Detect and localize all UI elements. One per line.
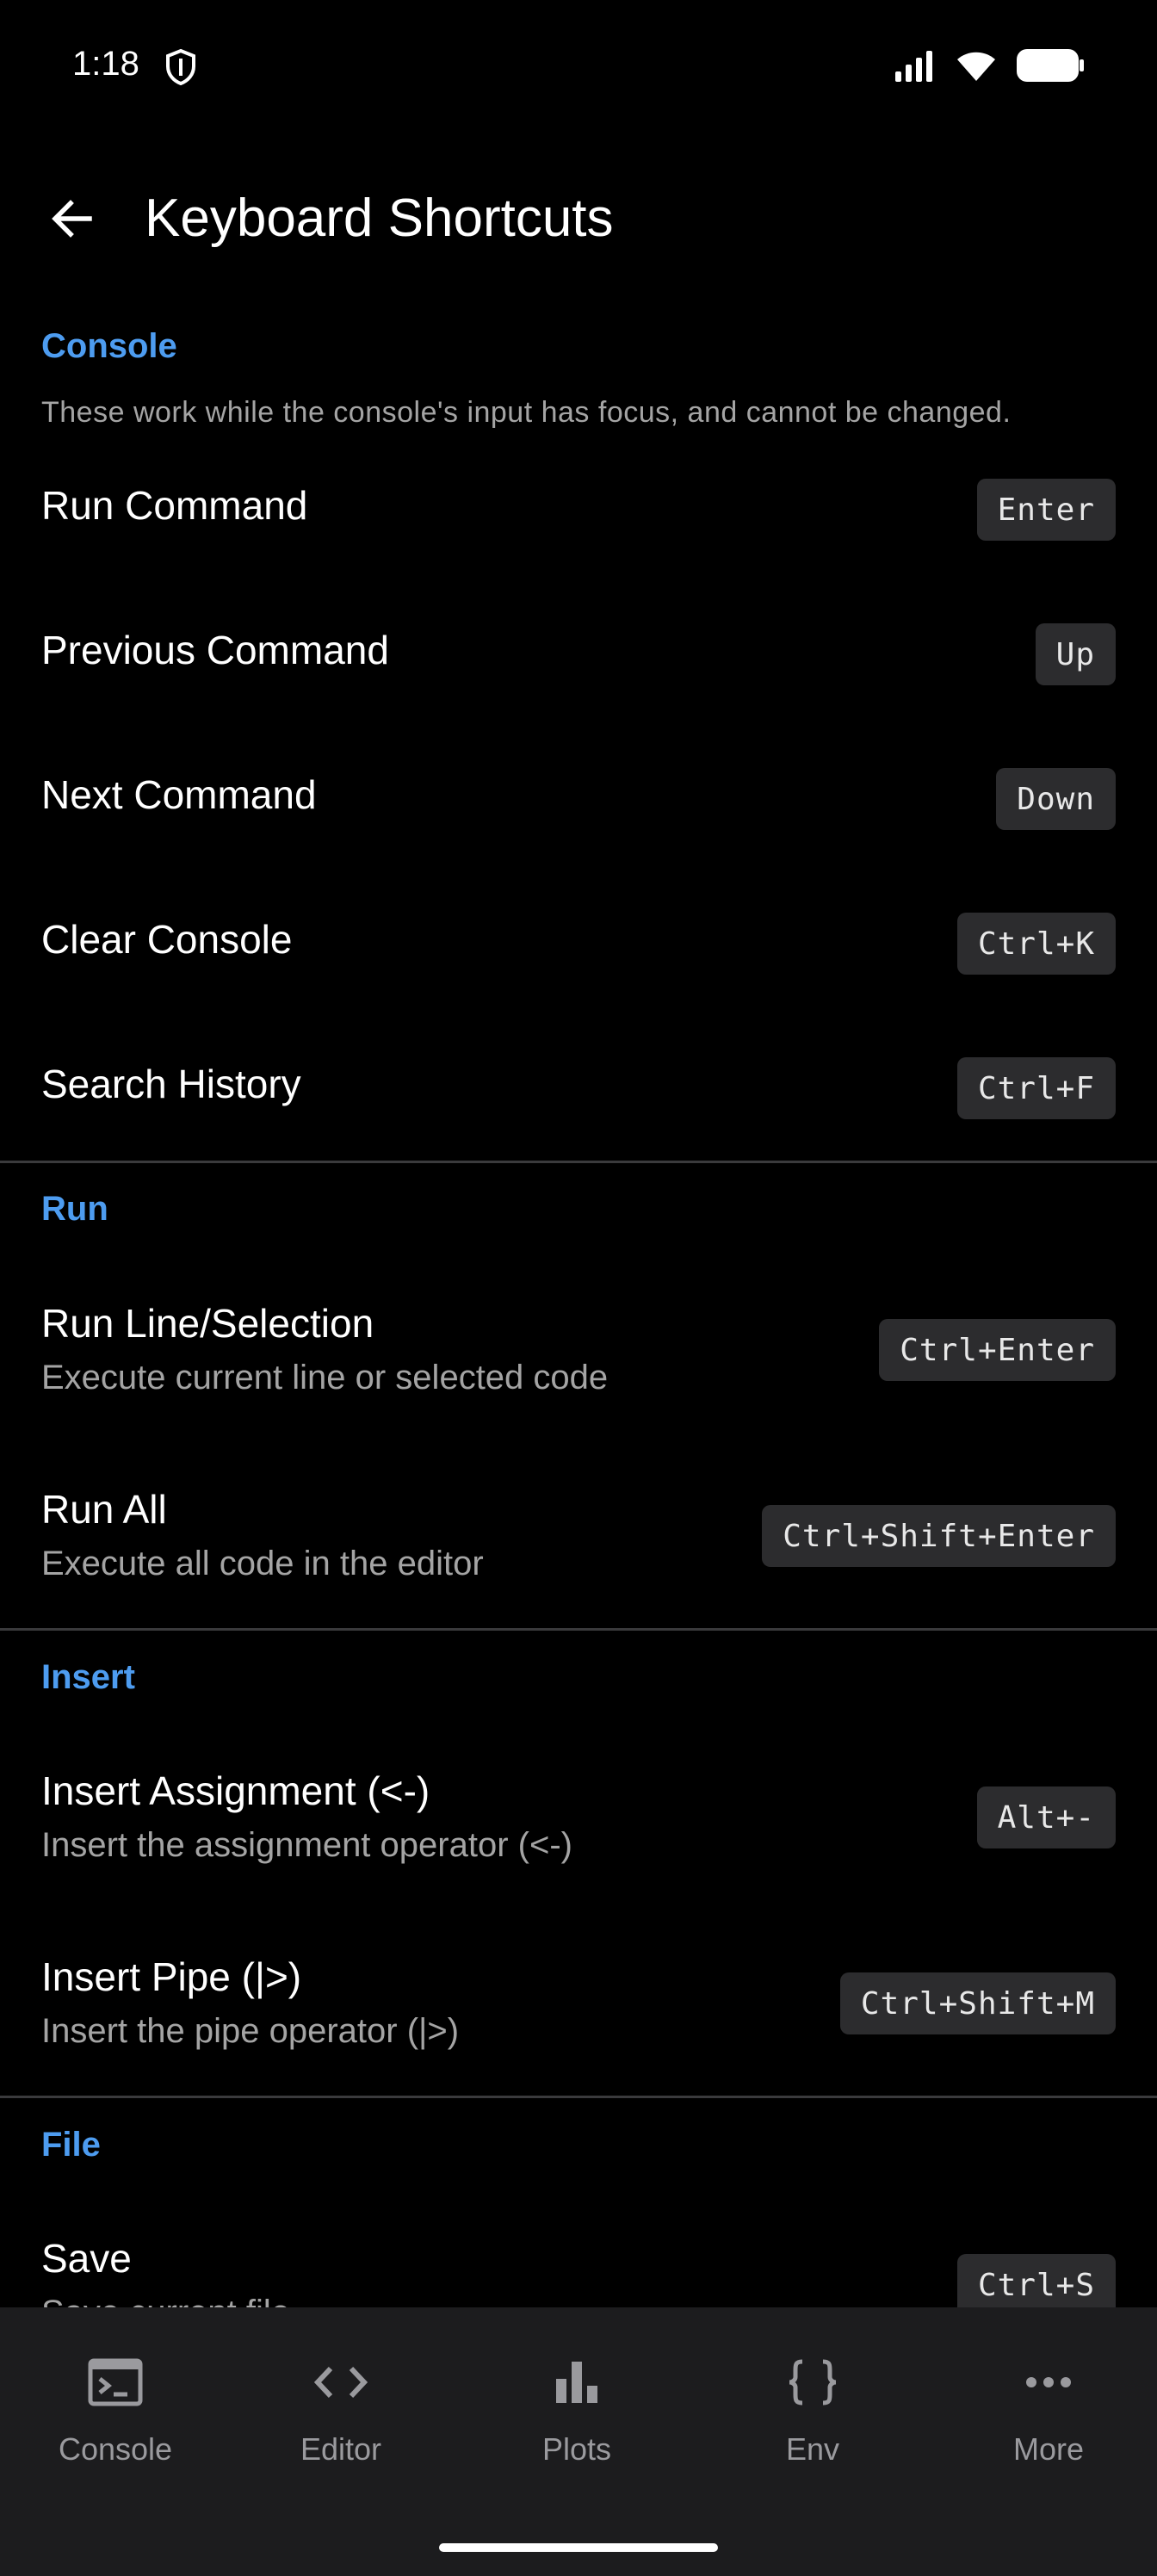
shortcut-row-previous-command: Previous Command Up: [0, 592, 1157, 704]
shield-icon: [164, 48, 198, 90]
nav-label: Console: [58, 2431, 173, 2467]
battery-icon: [1016, 48, 1085, 87]
shortcut-key: Down: [996, 768, 1116, 830]
nav-label: Plots: [541, 2431, 612, 2467]
shortcut-row-clear-console: Clear Console Ctrl+K: [0, 882, 1157, 994]
nav-label: Editor: [300, 2431, 382, 2467]
bottom-navigation: Console Editor Plots Env More: [0, 2307, 1157, 2576]
shortcut-row-search-history: Search History Ctrl+F: [0, 1026, 1157, 1138]
shortcut-label: Run Command: [41, 483, 308, 528]
shortcut-label: Next Command: [41, 772, 317, 817]
page-title: Keyboard Shortcuts: [145, 189, 614, 248]
shortcut-key: Ctrl+K: [956, 913, 1116, 975]
section-title-file: File: [41, 2126, 101, 2164]
shortcuts-list[interactable]: Console These work while the console's i…: [0, 319, 1157, 2307]
shortcut-row-run-line: Run Line/Selection Execute current line …: [0, 1283, 1157, 1438]
shortcut-row-insert-pipe: Insert Pipe (|>) Insert the pipe operato…: [0, 1936, 1157, 2091]
wifi-icon: [956, 49, 997, 86]
shortcut-key: Alt+-: [976, 1786, 1116, 1848]
home-indicator[interactable]: [439, 2543, 718, 2552]
shortcut-row-insert-assignment: Insert Assignment (<-) Insert the assign…: [0, 1750, 1157, 1905]
bar-chart-icon: [554, 2352, 599, 2412]
back-button[interactable]: [41, 189, 103, 251]
status-icons: [894, 48, 1085, 87]
shortcut-key: Ctrl+S: [956, 2254, 1116, 2307]
shortcut-row-next-command: Next Command Down: [0, 737, 1157, 849]
signal-icon: [894, 49, 937, 86]
shortcut-description: Insert the assignment operator (<-): [41, 1826, 572, 1864]
shortcut-row-save: Save Save current file Ctrl+S: [0, 2218, 1157, 2307]
more-horiz-icon: [1024, 2352, 1073, 2412]
nav-item-plots[interactable]: Plots: [461, 2352, 692, 2490]
shortcut-label: Search History: [41, 1062, 301, 1106]
shortcut-key: Enter: [976, 479, 1116, 541]
nav-item-more[interactable]: More: [933, 2352, 1157, 2490]
nav-label: Env: [785, 2431, 840, 2467]
nav-label: More: [1012, 2431, 1085, 2467]
shortcut-description: Execute current line or selected code: [41, 1359, 609, 1396]
shortcut-key: Ctrl+Shift+M: [839, 1972, 1116, 2034]
section-divider: [0, 2096, 1157, 2098]
section-divider: [0, 1628, 1157, 1631]
shortcut-label: Clear Console: [41, 917, 293, 962]
status-bar: 1:18: [0, 0, 1157, 138]
section-title-run: Run: [41, 1190, 108, 1228]
nav-item-env[interactable]: Env: [697, 2352, 928, 2490]
shortcut-key: Ctrl+Shift+Enter: [762, 1505, 1116, 1567]
shortcut-description: Execute all code in the editor: [41, 1545, 484, 1582]
section-title-insert: Insert: [41, 1658, 135, 1696]
shortcut-row-run-all: Run All Execute all code in the editor C…: [0, 1469, 1157, 1624]
shortcut-label: Insert Assignment (<-): [41, 1768, 430, 1813]
shortcut-key: Up: [1035, 623, 1116, 685]
shortcut-label: Save: [41, 2236, 132, 2281]
shortcut-description: Save current file: [41, 2294, 290, 2307]
braces-icon: [787, 2352, 838, 2412]
app-bar: Keyboard Shortcuts: [0, 164, 1157, 276]
status-time: 1:18: [72, 45, 139, 83]
terminal-icon: [88, 2352, 143, 2412]
shortcut-row-run-command: Run Command Enter: [0, 448, 1157, 560]
nav-item-editor[interactable]: Editor: [226, 2352, 456, 2490]
shortcut-label: Insert Pipe (|>): [41, 1954, 302, 1999]
shortcut-label: Run All: [41, 1487, 167, 1532]
section-divider: [0, 1161, 1157, 1163]
shortcut-label: Run Line/Selection: [41, 1301, 374, 1346]
code-icon: [313, 2352, 368, 2412]
section-description-console: These work while the console's input has…: [41, 396, 1012, 429]
shortcut-label: Previous Command: [41, 628, 389, 672]
arrow-back-icon: [48, 195, 96, 247]
nav-item-console[interactable]: Console: [0, 2352, 231, 2490]
shortcut-description: Insert the pipe operator (|>): [41, 2012, 460, 2050]
section-title-console: Console: [41, 327, 177, 365]
shortcut-key: Ctrl+F: [956, 1057, 1116, 1119]
shortcut-key: Ctrl+Enter: [879, 1319, 1116, 1381]
